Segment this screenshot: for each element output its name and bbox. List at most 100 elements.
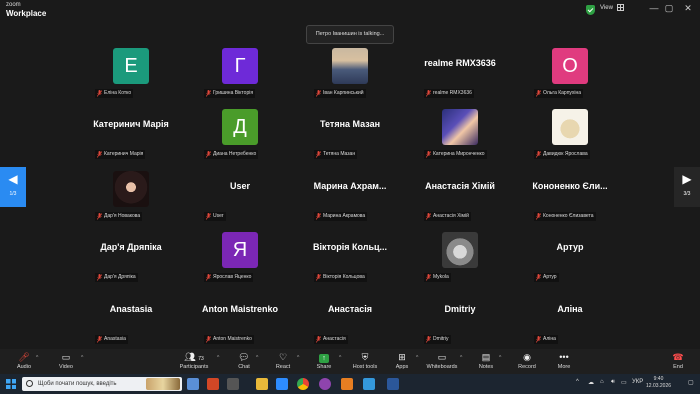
participant-tile[interactable]: Катерина Миронченко [405,103,515,163]
participant-tile[interactable]: Анастасія Анастасія [295,288,405,348]
participant-tile[interactable]: Д Диана Нетребенко [185,103,295,163]
video-button[interactable]: ▭ Video [46,351,86,373]
app-icon-blue[interactable] [363,378,375,390]
task-view-icon[interactable] [187,378,199,390]
participant-name-label: Анастасія Хімій [424,212,471,221]
participant-display-name: Катеринич Марія [93,119,169,129]
participant-tile[interactable]: Марина Ахрам... Марина Акрамова [295,165,405,225]
tray-chevron-icon[interactable]: ^ [576,379,579,385]
file-explorer-icon[interactable] [256,378,268,390]
participant-display-name: Anton Maistrenko [201,304,278,314]
participants-options-caret[interactable]: ^ [217,355,219,361]
participant-name-text: Катеринич Марія [104,151,144,157]
participant-name-label: Дар'я Новакова [95,212,143,221]
participant-display-name: Аліна [557,304,583,314]
battery-icon[interactable]: ▭ [621,379,627,386]
participant-name-text: Артур [543,274,557,280]
mic-muted-icon [315,274,322,281]
mic-muted-icon [205,151,212,158]
notifications-icon[interactable]: ▢ [688,379,694,386]
participant-display-name: Артур [556,242,584,252]
participant-name-label: Диана Нетребенко [204,150,259,159]
participant-avatar: Д [222,109,258,145]
record-button[interactable]: ◉ Record [507,351,547,373]
mic-muted-icon [425,274,432,281]
search-highlight-image[interactable] [146,378,180,390]
participant-tile[interactable]: Анастасія Хімій Анастасія Хімій [405,165,515,225]
app-icon-orange[interactable] [341,378,353,390]
windows-taskbar: Щоби почати пошук, введіть ^ ☁ ⌂ 🔊︎ ▭ УК… [0,374,700,394]
participant-tile[interactable]: Е Еліна Котко [76,42,186,102]
whiteboards-options-caret[interactable]: ^ [460,355,462,361]
mic-muted-icon [96,274,103,281]
minimize-button[interactable]: — [647,3,661,13]
participant-tile[interactable]: Вікторія Кольц... Вікторія Кольцова [295,226,405,286]
end-meeting-button[interactable]: ☎ End [658,351,698,373]
participant-tile[interactable]: Артур Артур [515,226,625,286]
view-button[interactable]: View [600,4,624,11]
participant-tile[interactable]: Іван Карпинський [295,42,405,102]
participant-tile[interactable]: Катеринич Марія Катеринич Марія [76,103,186,163]
participant-name-label: Гришина Вікторія [204,89,256,98]
notes-options-caret[interactable]: ^ [499,355,501,361]
participant-name-text: Ольга Карпухіна [543,90,582,96]
participant-name-label: Тетяна Мазан [314,150,358,159]
security-shield-icon[interactable] [586,5,595,15]
participants-button[interactable]: 👥︎ 73 Participants [174,351,214,373]
chrome-icon[interactable] [297,378,309,390]
participant-tile[interactable]: О Ольга Карпухіна [515,42,625,102]
more-button[interactable]: ••• More [544,351,584,373]
share-button[interactable]: ↑ Share [304,351,344,373]
language-indicator[interactable]: УКР [632,379,643,385]
maximize-button[interactable]: ▢ [662,3,676,14]
participant-name-label: Dmitriy [424,335,451,344]
participant-name-label: Катеринич Марія [95,150,146,159]
network-icon[interactable]: ⌂ [600,379,604,385]
participant-display-name: Дар'я Дряпіка [100,242,162,252]
participant-tile[interactable]: Я Ярослав Яценко [185,226,295,286]
close-button[interactable]: ✕ [681,3,695,14]
apps-options-caret[interactable]: ^ [416,355,418,361]
participant-tile[interactable]: Anton Maistrenko Anton Maistrenko [185,288,295,348]
participant-tile[interactable]: Mykola [405,226,515,286]
browser-icon[interactable] [319,378,331,390]
participant-tile[interactable]: Anastasia Anastasia [76,288,186,348]
participant-tile[interactable]: Dmitriy Dmitriy [405,288,515,348]
zoom-taskbar-icon[interactable] [276,378,288,390]
windows-start-icon[interactable] [6,379,16,389]
page-indicator-left: 1/3 [9,191,17,197]
participant-tile[interactable]: Тетяна Мазан Тетяна Мазан [295,103,405,163]
camera-icon: ▭ [61,352,71,362]
mic-muted-icon [315,90,322,97]
taskbar-clock[interactable]: 9:40 12.03.2026 [646,376,671,390]
participant-tile[interactable]: User User [185,165,295,225]
volume-icon[interactable]: 🔊︎ [611,379,615,386]
cat-photo [442,232,478,268]
host-tools-button[interactable]: ⛨ Host tools [345,351,385,373]
participant-tile[interactable]: Аліна Аліна [515,288,625,348]
app-icon[interactable] [227,378,239,390]
participants-icon: 👥︎ 73 [184,352,204,362]
participant-tile[interactable]: Давидюк Ярослава [515,103,625,163]
audio-options-caret[interactable]: ^ [36,355,38,361]
prev-page-button[interactable]: ◀ 1/3 [0,167,26,207]
participant-tile[interactable]: realme RMX3636 realme RMX3636 [405,42,515,102]
participant-tile[interactable]: Дар'я Дряпіка Дар'я Дряпіка [76,226,186,286]
chat-options-caret[interactable]: ^ [256,355,258,361]
onedrive-icon[interactable]: ☁ [588,379,594,386]
next-page-button[interactable]: ▶ 3/3 [674,167,700,207]
hamster-photo [552,109,588,145]
participant-name-label: Дар'я Дряпіка [95,273,138,282]
whiteboards-button[interactable]: ▭ Whiteboards [422,351,462,373]
word-icon[interactable] [387,378,399,390]
mic-muted-icon [535,274,542,281]
participant-tile[interactable]: Г Гришина Вікторія [185,42,295,102]
video-options-caret[interactable]: ^ [81,355,83,361]
participant-tile[interactable]: Кононенко Єли... Кононенко Єлизавета [515,165,625,225]
participant-name-label: Аліна [534,335,558,344]
react-options-caret[interactable]: ^ [297,355,299,361]
participant-tile[interactable]: Дар'я Новакова [76,165,186,225]
share-options-caret[interactable]: ^ [339,355,341,361]
participant-name-text: Еліна Котко [104,90,132,96]
powerpoint-icon[interactable] [207,378,219,390]
